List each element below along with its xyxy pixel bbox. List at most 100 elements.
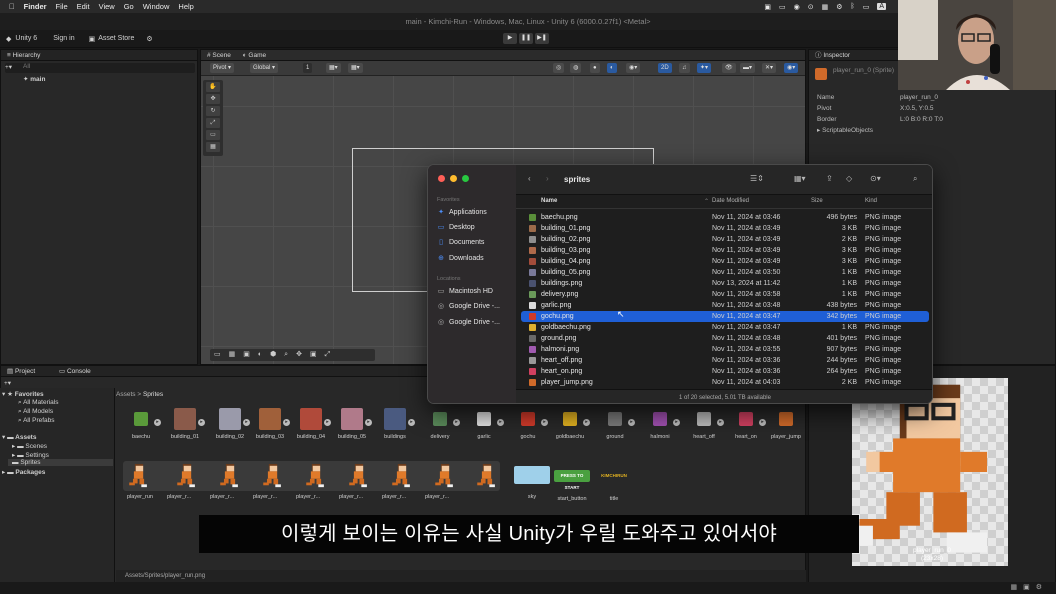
step-button[interactable]: ▶❚	[535, 33, 549, 44]
gizmos-icon[interactable]: ◉▾	[784, 63, 799, 73]
sprites-folder[interactable]: ▬ Sprites	[8, 459, 113, 466]
sidebar-item-google-drive-2[interactable]: ◎ Google Drive -...	[437, 318, 500, 327]
fx-icon[interactable]: ✦▾	[697, 63, 712, 73]
breadcrumb-sprites[interactable]: Sprites	[143, 391, 163, 398]
file-row[interactable]: gochu.png Nov 11, 2024 at 03:47 342 bytes P…	[521, 311, 929, 322]
menu-help[interactable]: Help	[178, 2, 193, 11]
visibility-icon[interactable]: 👁	[722, 63, 736, 73]
settings-folder[interactable]: ▸ ▬ Settings	[12, 451, 49, 459]
sidebar-item-applications[interactable]: ✦ Applications	[437, 208, 487, 217]
run-frame-thumbnail[interactable]	[434, 463, 456, 489]
file-row[interactable]: halmoni.png Nov 11, 2024 at 03:55 907 byte…	[521, 344, 929, 355]
scale-tool-icon[interactable]: ⤢	[206, 118, 220, 128]
expand-arrow-icon[interactable]: ▸	[324, 419, 331, 426]
2d-toggle[interactable]: 2D	[658, 63, 672, 73]
sidebar-item-documents[interactable]: ▯ Documents	[437, 238, 484, 247]
favorites-folder[interactable]: ▾ ★ Favorites	[2, 390, 44, 398]
overlay-tool-icons[interactable]: ▭▦▣◐⬢⌕✥▣⤢	[214, 350, 338, 359]
status-icons[interactable]: ▦▣⚙	[1010, 583, 1048, 591]
camera-icon[interactable]: ▬▾	[740, 63, 756, 73]
run-frame-thumbnail[interactable]	[305, 463, 327, 489]
wireframe-icon[interactable]: ◍	[570, 63, 582, 73]
tools-icon[interactable]: ✕▾	[762, 63, 777, 73]
tab-console[interactable]: ▭ Console	[59, 368, 91, 375]
asset-item[interactable]: sky	[512, 466, 552, 500]
expand-arrow-icon[interactable]: ▸	[673, 419, 680, 426]
col-kind[interactable]: Kind	[865, 198, 877, 204]
sidebar-item-desktop[interactable]: ▭ Desktop	[437, 223, 475, 232]
screen-icon[interactable]: ▭	[779, 3, 786, 11]
menu-view[interactable]: View	[99, 2, 115, 11]
apple-icon[interactable]: 	[9, 2, 15, 11]
asset-item[interactable]: PRESS TO START start_button	[552, 466, 592, 502]
minimize-button[interactable]	[450, 175, 457, 182]
asset-item[interactable]: building_01	[168, 408, 202, 440]
scenes-folder[interactable]: ▸ ▬ Scenes	[12, 442, 47, 450]
file-row[interactable]: building_03.png Nov 11, 2024 at 03:49 3 KB…	[521, 245, 929, 256]
grid-icon[interactable]: ▦	[822, 3, 829, 11]
expand-arrow-icon[interactable]: ▸	[453, 419, 460, 426]
unity-version-button[interactable]: Unity 6	[15, 35, 37, 42]
lighting-icon[interactable]: ◐	[607, 63, 617, 73]
expand-arrow-icon[interactable]: ▸	[198, 419, 205, 426]
asset-item[interactable]: garlic	[467, 408, 501, 440]
file-row[interactable]: building_04.png Nov 11, 2024 at 03:49 3 KB…	[521, 256, 929, 267]
expand-arrow-icon[interactable]: ▸	[628, 419, 635, 426]
file-row[interactable]: goldbaechu.png Nov 11, 2024 at 03:47 1 KB P…	[521, 322, 929, 333]
run-frame-thumbnail[interactable]	[391, 463, 413, 489]
expand-arrow-icon[interactable]: ▸	[541, 419, 548, 426]
search-icon[interactable]: ⌕	[913, 174, 917, 184]
rect-tool-icon[interactable]: ▭	[206, 130, 220, 140]
asset-item[interactable]: halmoni	[643, 408, 677, 440]
sidebar-item-macintosh-hd[interactable]: ▭ Macintosh HD	[437, 287, 493, 296]
asset-item[interactable]: gochu	[511, 408, 545, 440]
close-button[interactable]	[438, 175, 445, 182]
input-source-badge[interactable]: A	[877, 3, 886, 10]
hand-tool-icon[interactable]: ✋	[206, 82, 220, 92]
expand-arrow-icon[interactable]: ▸	[759, 419, 766, 426]
file-row[interactable]: building_02.png Nov 11, 2024 at 03:49 2 KB…	[521, 234, 929, 245]
more-icon[interactable]: ⊙▾	[870, 174, 881, 183]
sidebar-item-downloads[interactable]: ⊕ Downloads	[437, 254, 484, 263]
tab-game[interactable]: ◐ Game	[243, 52, 266, 59]
transform-tool-icon[interactable]: ▦	[206, 142, 220, 152]
expand-arrow-icon[interactable]: ▸	[243, 419, 250, 426]
asset-item[interactable]: building_04	[294, 408, 328, 440]
col-size[interactable]: Size	[811, 198, 823, 204]
file-row[interactable]: buildings.png Nov 13, 2024 at 11:42 1 KB PN…	[521, 278, 929, 289]
col-date[interactable]: Date Modified	[712, 198, 749, 204]
snap-icon[interactable]: ▦▾	[326, 63, 341, 73]
pivot-dropdown[interactable]: Pivot ▾	[210, 63, 235, 73]
breadcrumb-assets[interactable]: Assets	[116, 391, 136, 398]
bluetooth-icon[interactable]: ᛒ	[851, 3, 855, 10]
file-row[interactable]: ground.png Nov 11, 2024 at 03:48 401 bytes…	[521, 333, 929, 344]
share-icon[interactable]: ⇪	[826, 174, 833, 183]
menu-edit[interactable]: Edit	[77, 2, 90, 11]
assets-folder[interactable]: ▾ ▬ Assets	[2, 433, 36, 441]
back-icon[interactable]: ‹	[528, 174, 531, 183]
packages-folder[interactable]: ▸ ▬ Packages	[2, 468, 45, 476]
audio-icon[interactable]: ♫	[679, 63, 690, 73]
file-row[interactable]: heart_off.png Nov 11, 2024 at 03:36 244 by…	[521, 355, 929, 366]
favorites-all-materials[interactable]: ⌕ All Materials	[18, 399, 59, 407]
name-value[interactable]: player_run_0	[900, 94, 938, 101]
shaded-icon[interactable]: ●	[590, 63, 600, 73]
group-icon[interactable]: ▦▾	[794, 174, 806, 183]
shield-icon[interactable]: ⊙	[808, 3, 814, 11]
sidebar-item-google-drive-1[interactable]: ◎ Google Drive -...	[437, 302, 500, 311]
expand-arrow-icon[interactable]: ▸	[717, 419, 724, 426]
pause-button[interactable]: ❚❚	[519, 33, 533, 44]
asset-item[interactable]: heart_on	[729, 408, 763, 440]
play-button[interactable]: ▶	[503, 33, 517, 44]
border-value[interactable]: L:0 B:0 R:0 T:0	[900, 116, 943, 123]
asset-item[interactable]: delivery	[423, 408, 457, 440]
effects-icon[interactable]: ◉▾	[626, 63, 641, 73]
grid-snap-field[interactable]: 1	[303, 63, 313, 73]
asset-item[interactable]: KIMCHIRUN title	[594, 466, 634, 502]
hierarchy-tab[interactable]: ≡ Hierarchy	[1, 50, 197, 61]
record-icon[interactable]: ◉	[794, 3, 800, 11]
run-frame-thumbnail[interactable]	[262, 463, 284, 489]
run-frame-thumbnail[interactable]	[476, 463, 498, 489]
expand-arrow-icon[interactable]: ▸	[365, 419, 372, 426]
bag-icon[interactable]: ▣	[89, 35, 96, 43]
